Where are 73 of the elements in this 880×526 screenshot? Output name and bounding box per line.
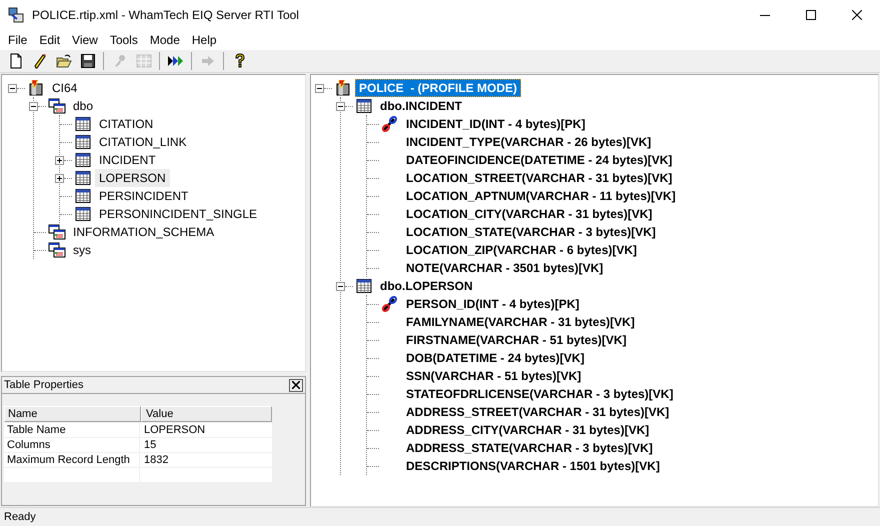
database-icon bbox=[334, 80, 352, 96]
collapse-icon[interactable] bbox=[315, 84, 324, 92]
tree-item[interactable]: FAMILYNAME(VARCHAR - 31 bytes)[VK] bbox=[402, 313, 639, 331]
table-cell: Columns bbox=[4, 438, 140, 452]
panel-title: Table Properties bbox=[4, 379, 84, 391]
tree-item[interactable]: INFORMATION_SCHEMA bbox=[69, 223, 218, 241]
tree-item[interactable]: LOCATION_ZIP(VARCHAR - 6 bytes)[VK] bbox=[402, 241, 641, 259]
table-icon bbox=[74, 152, 92, 168]
table-cell: Maximum Record Length bbox=[4, 453, 140, 467]
tree-item[interactable]: ADDRESS_STREET(VARCHAR - 31 bytes)[VK] bbox=[402, 403, 674, 421]
tree-item[interactable]: PERSON_ID(INT - 4 bytes)[PK] bbox=[402, 295, 584, 313]
tree-item[interactable]: dbo.LOPERSON bbox=[376, 277, 477, 295]
tree-item[interactable]: INCIDENT_TYPE(VARCHAR - 26 bytes)[VK] bbox=[402, 133, 656, 151]
table-icon bbox=[355, 278, 373, 294]
close-icon[interactable] bbox=[289, 378, 303, 392]
tree-item[interactable]: LOCATION_STREET(VARCHAR - 31 bytes)[VK] bbox=[402, 169, 676, 187]
pin-icon bbox=[381, 296, 399, 312]
schema-icon bbox=[48, 98, 66, 114]
collapse-icon[interactable] bbox=[336, 282, 345, 290]
table-cell: Table Name bbox=[4, 423, 140, 437]
tree-item[interactable]: DOB(DATETIME - 24 bytes)[VK] bbox=[402, 349, 588, 367]
tree-item[interactable]: CITATION bbox=[95, 115, 158, 133]
app-icon bbox=[8, 7, 24, 23]
expand-icon[interactable] bbox=[55, 156, 64, 164]
table-cell-text: 1832 bbox=[143, 453, 170, 467]
tree-item[interactable]: LOCATION_APTNUM(VARCHAR - 11 bytes)[VK] bbox=[402, 187, 680, 205]
table-cell-text: LOPERSON bbox=[143, 423, 206, 437]
tree-item[interactable]: CI64 bbox=[48, 79, 82, 97]
tree-item[interactable]: dbo bbox=[69, 97, 98, 115]
tree-item[interactable]: dbo.INCIDENT bbox=[376, 97, 466, 115]
tree-item[interactable]: CITATION_LINK bbox=[95, 133, 191, 151]
tree-item[interactable]: DATEOFINCIDENCE(DATETIME - 24 bytes)[VK] bbox=[402, 151, 676, 169]
collapse-icon[interactable] bbox=[29, 102, 38, 110]
table-icon bbox=[355, 98, 373, 114]
tree-item[interactable]: ADDRESS_STATE(VARCHAR - 3 bytes)[VK] bbox=[402, 439, 657, 457]
tree-item[interactable]: DESCRIPTIONS(VARCHAR - 1501 bytes)[VK] bbox=[402, 457, 664, 475]
tree-item[interactable]: STATEOFDRLICENSE(VARCHAR - 3 bytes)[VK] bbox=[402, 385, 678, 403]
menu-item[interactable]: View bbox=[66, 31, 104, 49]
expand-icon[interactable] bbox=[55, 174, 64, 182]
table-icon bbox=[74, 116, 92, 132]
pin-icon bbox=[381, 116, 399, 132]
menu-item[interactable]: Mode bbox=[144, 31, 186, 49]
menu-item[interactable]: File bbox=[2, 31, 34, 49]
collapse-icon[interactable] bbox=[336, 102, 345, 110]
menu-item[interactable]: Edit bbox=[33, 31, 66, 49]
tree-item[interactable]: sys bbox=[69, 241, 95, 259]
schema-icon bbox=[48, 224, 66, 240]
tree-item[interactable]: LOCATION_CITY(VARCHAR - 31 bytes)[VK] bbox=[402, 205, 656, 223]
tree-item[interactable]: LOCATION_STATE(VARCHAR - 3 bytes)[VK] bbox=[402, 223, 660, 241]
column-header[interactable]: Name bbox=[4, 406, 141, 422]
tree-item[interactable]: NOTE(VARCHAR - 3501 bytes)[VK] bbox=[402, 259, 608, 277]
status-text: Ready bbox=[4, 511, 36, 523]
table-icon bbox=[74, 170, 92, 186]
database-icon bbox=[27, 80, 45, 96]
tree-item[interactable]: LOPERSON bbox=[95, 169, 170, 187]
tree-item[interactable]: SSN(VARCHAR - 51 bytes)[VK] bbox=[402, 367, 586, 385]
menu-item[interactable]: Tools bbox=[104, 31, 144, 49]
menu-item[interactable]: Help bbox=[186, 31, 223, 49]
tree-item[interactable]: PERSONINCIDENT_SINGLE bbox=[95, 205, 262, 223]
schema-icon bbox=[48, 242, 66, 258]
tree-item[interactable]: PERSINCIDENT bbox=[95, 187, 192, 205]
tree-item[interactable]: INCIDENT bbox=[95, 151, 160, 169]
tree-item[interactable]: FIRSTNAME(VARCHAR - 51 bytes)[VK] bbox=[402, 331, 630, 349]
table-icon bbox=[74, 206, 92, 222]
column-header[interactable]: Value bbox=[141, 406, 272, 422]
collapse-icon[interactable] bbox=[8, 84, 17, 92]
tree-item[interactable]: ADDRESS_CITY(VARCHAR - 31 bytes)[VK] bbox=[402, 421, 654, 439]
table-icon bbox=[74, 188, 92, 204]
tree-item[interactable]: INCIDENT_ID(INT - 4 bytes)[PK] bbox=[402, 115, 590, 133]
table-cell-text: 15 bbox=[143, 438, 158, 452]
table-icon bbox=[74, 134, 92, 150]
tree-item[interactable]: POLICE - (PROFILE MODE) bbox=[355, 79, 521, 97]
window-title: POLICE.rtip.xml - WhamTech EIQ Server RTI Tool bbox=[32, 8, 300, 22]
